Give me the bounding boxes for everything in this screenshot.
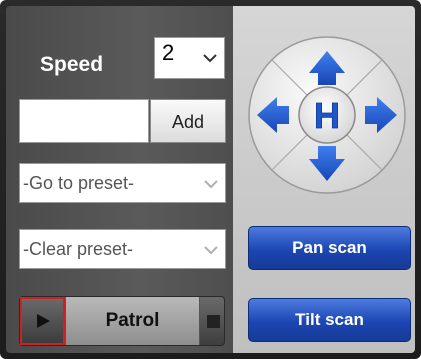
preset-name-input[interactable] (19, 99, 149, 143)
home-icon: H (314, 95, 340, 136)
home-button[interactable]: H (298, 86, 356, 144)
goto-preset-value: -Go to preset- (23, 173, 135, 193)
speed-select[interactable]: 2 (154, 37, 225, 79)
speed-label: Speed (40, 53, 104, 76)
chevron-down-icon (204, 180, 218, 189)
stop-icon (207, 315, 220, 328)
chevron-down-icon (204, 246, 218, 255)
patrol-control: Patrol (19, 296, 225, 346)
clear-preset-select[interactable]: -Clear preset- (19, 229, 226, 269)
patrol-button[interactable]: Patrol (65, 297, 200, 345)
goto-preset-select[interactable]: -Go to preset- (19, 163, 226, 203)
chevron-down-icon (203, 54, 217, 63)
speed-value: 2 (162, 40, 175, 65)
patrol-play-button[interactable] (20, 297, 65, 345)
ptz-direction-wheel: H (248, 36, 406, 194)
camera-control-panel: Speed 2 Add -Go to preset- -Clear preset… (0, 0, 421, 359)
patrol-stop-button[interactable] (201, 297, 225, 345)
tilt-scan-button[interactable]: Tilt scan (248, 298, 411, 342)
pan-scan-button[interactable]: Pan scan (248, 226, 411, 270)
add-preset-button[interactable]: Add (150, 99, 226, 143)
play-icon (37, 314, 50, 328)
clear-preset-value: -Clear preset- (23, 239, 134, 259)
